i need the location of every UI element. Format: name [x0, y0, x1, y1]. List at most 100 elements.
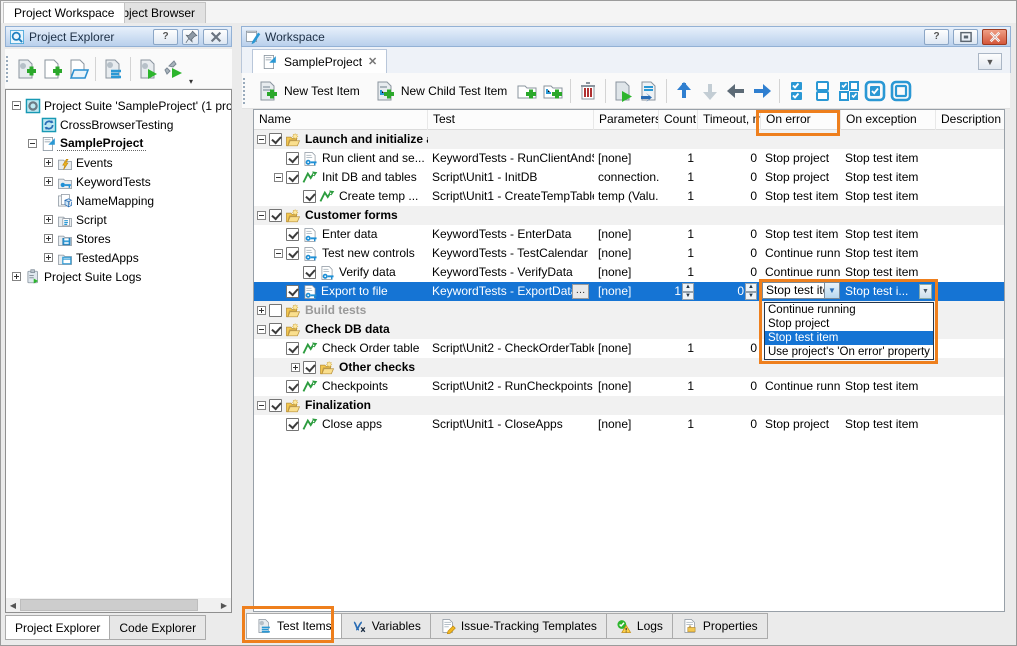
- collapse-icon[interactable]: [257, 325, 266, 334]
- test-item-row[interactable]: CheckpointsScript\Unit2 - RunCheckpoints…: [254, 377, 1004, 396]
- tree-item-project-suite-logs[interactable]: Project Suite Logs: [6, 267, 231, 286]
- expand-icon[interactable]: [44, 234, 53, 243]
- tree-item-namemapping[interactable]: NameMapping: [6, 191, 231, 210]
- tree-item-script[interactable]: Script: [6, 210, 231, 229]
- row-checkbox[interactable]: [286, 380, 299, 393]
- test-item-row[interactable]: Verify dataKeywordTests - VerifyData[non…: [254, 263, 1004, 282]
- count-spinner[interactable]: ▲▼: [682, 283, 694, 300]
- tab-list-dropdown-button[interactable]: ▼: [978, 53, 1002, 70]
- column-header-on-exception[interactable]: On exception: [841, 110, 936, 130]
- row-checkbox[interactable]: [286, 152, 299, 165]
- expand-icon[interactable]: [44, 177, 53, 186]
- on-error-combobox[interactable]: Stop test item▼: [762, 282, 840, 299]
- bottom-tab-test-items[interactable]: Test Items: [246, 613, 342, 639]
- on-error-cell[interactable]: Stop test item▼: [761, 282, 841, 301]
- test-item-row[interactable]: Init DB and tablesScript\Unit1 - InitDBc…: [254, 168, 1004, 187]
- combo-dropdown-button[interactable]: ▼: [824, 283, 839, 298]
- tree-item-keywordtests[interactable]: KeywordTests: [6, 172, 231, 191]
- on-exception-cell[interactable]: Stop test item: [841, 225, 936, 244]
- test-item-row[interactable]: Close appsScript\Unit1 - CloseApps[none]…: [254, 415, 1004, 434]
- organize-tests-icon[interactable]: [102, 58, 124, 80]
- row-checkbox[interactable]: [286, 418, 299, 431]
- on-error-cell[interactable]: Continue running: [761, 263, 841, 282]
- on-error-cell[interactable]: Stop test item: [761, 187, 841, 206]
- bottom-tab-code-explorer[interactable]: Code Explorer: [109, 615, 206, 640]
- chevron-down-icon[interactable]: ▾: [189, 77, 193, 88]
- row-checkbox[interactable]: [269, 133, 282, 146]
- on-error-cell[interactable]: Stop project: [761, 149, 841, 168]
- uncheck-all-icon[interactable]: [812, 80, 834, 102]
- on-error-cell[interactable]: Stop project: [761, 168, 841, 187]
- bottom-tab-variables[interactable]: Variables: [341, 613, 431, 639]
- close-tab-icon[interactable]: ✕: [368, 55, 377, 68]
- help-button[interactable]: ?: [153, 29, 178, 45]
- row-checkbox[interactable]: [286, 342, 299, 355]
- timeout-spinner[interactable]: ▲▼: [745, 283, 757, 300]
- on-exception-cell[interactable]: Stop test item: [841, 244, 936, 263]
- move-left-icon[interactable]: [725, 80, 747, 102]
- toolbar-grip[interactable]: [5, 56, 9, 82]
- bottom-tab-properties[interactable]: Properties: [672, 613, 768, 639]
- pin-button[interactable]: [182, 29, 199, 45]
- column-header-test[interactable]: Test: [428, 110, 594, 130]
- scroll-thumb[interactable]: [20, 599, 198, 611]
- restore-button[interactable]: [953, 29, 978, 45]
- test-item-row[interactable]: Export to fileKeywordTests - ExportData……: [254, 282, 1004, 301]
- on-exception-cell[interactable]: Stop test i...▼: [841, 282, 936, 301]
- tree-item-testedapps[interactable]: TestedApps: [6, 248, 231, 267]
- delete-icon[interactable]: [577, 80, 599, 102]
- on-error-cell[interactable]: Stop test item: [761, 225, 841, 244]
- combo-dropdown-button[interactable]: ▼: [919, 284, 932, 299]
- row-checkbox[interactable]: [303, 361, 316, 374]
- group-row[interactable]: Other checks: [254, 358, 1004, 377]
- run-profile-icon[interactable]: [163, 58, 185, 80]
- tree-item-stores[interactable]: Stores: [6, 229, 231, 248]
- collapse-icon[interactable]: [28, 139, 37, 148]
- on-exception-cell[interactable]: Stop test item: [841, 415, 936, 434]
- column-header-parameters[interactable]: Parameters: [594, 110, 659, 130]
- ellipsis-button[interactable]: …: [572, 284, 589, 299]
- open-project-icon[interactable]: [67, 58, 89, 80]
- on-error-cell[interactable]: Stop project: [761, 415, 841, 434]
- row-checkbox[interactable]: [303, 190, 316, 203]
- expand-icon[interactable]: [12, 272, 21, 281]
- new-child-test-item-button[interactable]: New Child Test Item: [369, 77, 512, 105]
- on-error-cell[interactable]: Continue running: [761, 244, 841, 263]
- expand-icon[interactable]: [44, 253, 53, 262]
- row-checkbox[interactable]: [269, 399, 282, 412]
- tab-project-workspace[interactable]: Project Workspace: [3, 2, 125, 23]
- tree-item-project-suite-sampleproject-project[interactable]: Project Suite 'SampleProject' (1 project: [6, 96, 231, 115]
- scroll-left-arrow[interactable]: ◀: [6, 598, 20, 612]
- enable-item-icon[interactable]: [864, 80, 886, 102]
- invert-checks-icon[interactable]: [838, 80, 860, 102]
- collapse-icon[interactable]: [274, 249, 283, 258]
- new-group-icon[interactable]: [516, 80, 538, 102]
- column-header-count[interactable]: Count: [659, 110, 698, 130]
- row-checkbox[interactable]: [286, 171, 299, 184]
- expand-icon[interactable]: [291, 363, 300, 372]
- dropdown-option[interactable]: Stop test item: [765, 331, 933, 345]
- move-down-icon[interactable]: [699, 80, 721, 102]
- collapse-icon[interactable]: [257, 211, 266, 220]
- collapse-icon[interactable]: [257, 401, 266, 410]
- dropdown-option[interactable]: Stop project: [765, 317, 933, 331]
- group-row[interactable]: Customer forms: [254, 206, 1004, 225]
- on-error-cell[interactable]: Continue running: [761, 377, 841, 396]
- tree-item-sampleproject[interactable]: SampleProject: [6, 134, 231, 153]
- row-checkbox[interactable]: [269, 323, 282, 336]
- test-item-row[interactable]: Enter dataKeywordTests - EnterData[none]…: [254, 225, 1004, 244]
- column-header-on-error[interactable]: On error: [761, 110, 841, 130]
- row-checkbox[interactable]: [286, 247, 299, 260]
- move-up-icon[interactable]: [673, 80, 695, 102]
- new-project-icon[interactable]: [41, 58, 63, 80]
- toolbar-grip[interactable]: [242, 78, 246, 104]
- check-all-icon[interactable]: [786, 80, 808, 102]
- bottom-tab-logs[interactable]: Logs: [606, 613, 673, 639]
- new-child-group-icon[interactable]: [542, 80, 564, 102]
- tree-item-events[interactable]: Events: [6, 153, 231, 172]
- column-header-timeout[interactable]: Timeout, min: [698, 110, 761, 130]
- test-item-row[interactable]: Test new controlsKeywordTests - TestCale…: [254, 244, 1004, 263]
- test-item-row[interactable]: Run client and se...KeywordTests - RunCl…: [254, 149, 1004, 168]
- row-checkbox[interactable]: [269, 304, 282, 317]
- close-workspace-button[interactable]: [982, 29, 1007, 45]
